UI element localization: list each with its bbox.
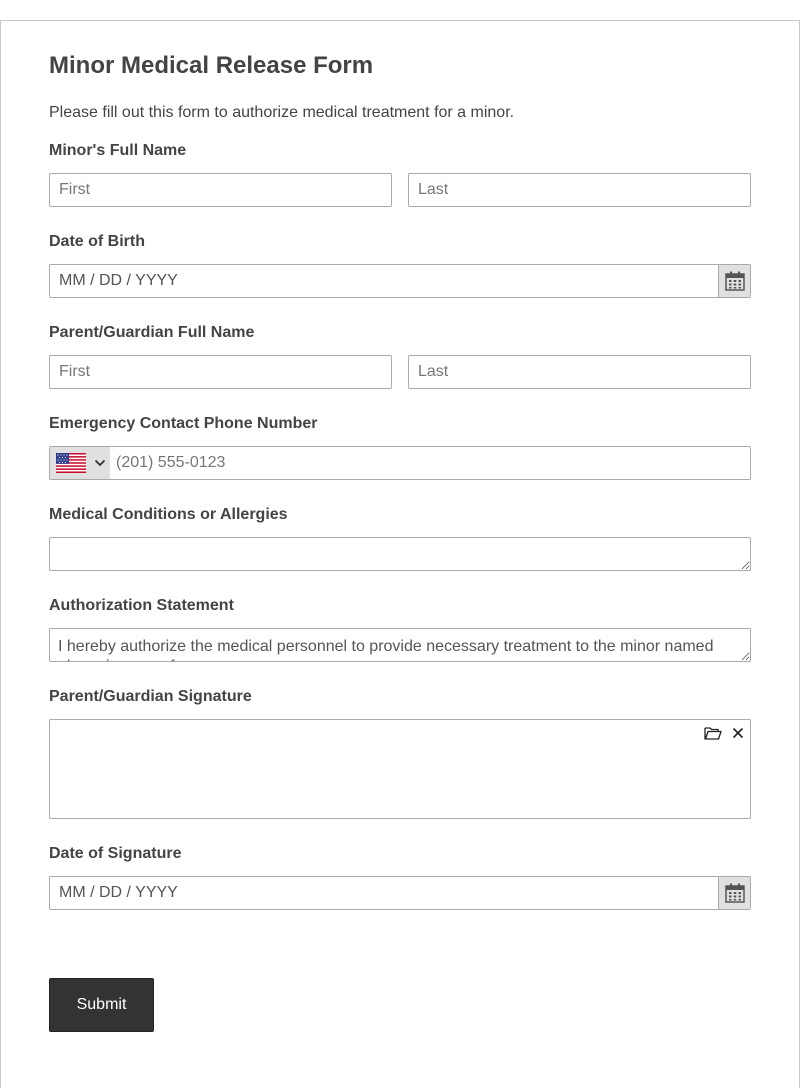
minor-name-label: Minor's Full Name — [49, 142, 187, 159]
authorization-textarea[interactable] — [49, 628, 751, 662]
submit-button[interactable]: Submit — [49, 978, 154, 1032]
guardian-last-name-input[interactable] — [408, 355, 751, 389]
phone-field — [49, 446, 762, 480]
calendar-icon — [724, 883, 745, 903]
authorization-label: Authorization Statement — [49, 597, 234, 614]
phone-input[interactable] — [110, 447, 762, 479]
signature-pad[interactable] — [49, 719, 751, 819]
minor-last-name-input[interactable] — [408, 173, 751, 207]
dob-calendar-button[interactable] — [718, 265, 750, 297]
form-subtitle: Please fill out this form to authorize m… — [49, 104, 515, 121]
guardian-first-name-input[interactable] — [49, 355, 392, 389]
dob-label: Date of Birth — [49, 233, 145, 250]
sig-date-calendar-button[interactable] — [718, 877, 750, 909]
chevron-down-icon — [94, 459, 106, 467]
signature-clear-button[interactable] — [729, 724, 747, 742]
signature-upload-button[interactable] — [704, 724, 722, 742]
phone-label: Emergency Contact Phone Number — [49, 415, 318, 432]
country-select[interactable] — [50, 447, 110, 479]
sig-date-input[interactable] — [49, 876, 751, 910]
close-icon — [732, 727, 744, 739]
sig-date-label: Date of Signature — [49, 845, 182, 862]
us-flag-icon — [56, 453, 86, 473]
signature-label: Parent/Guardian Signature — [49, 688, 252, 705]
calendar-icon — [724, 271, 745, 291]
guardian-name-label: Parent/Guardian Full Name — [49, 324, 255, 341]
dob-input[interactable] — [49, 264, 751, 298]
folder-open-icon — [704, 727, 722, 740]
form-title: Minor Medical Release Form — [49, 52, 374, 79]
conditions-textarea[interactable] — [49, 537, 751, 571]
minor-first-name-input[interactable] — [49, 173, 392, 207]
conditions-label: Medical Conditions or Allergies — [49, 506, 288, 523]
